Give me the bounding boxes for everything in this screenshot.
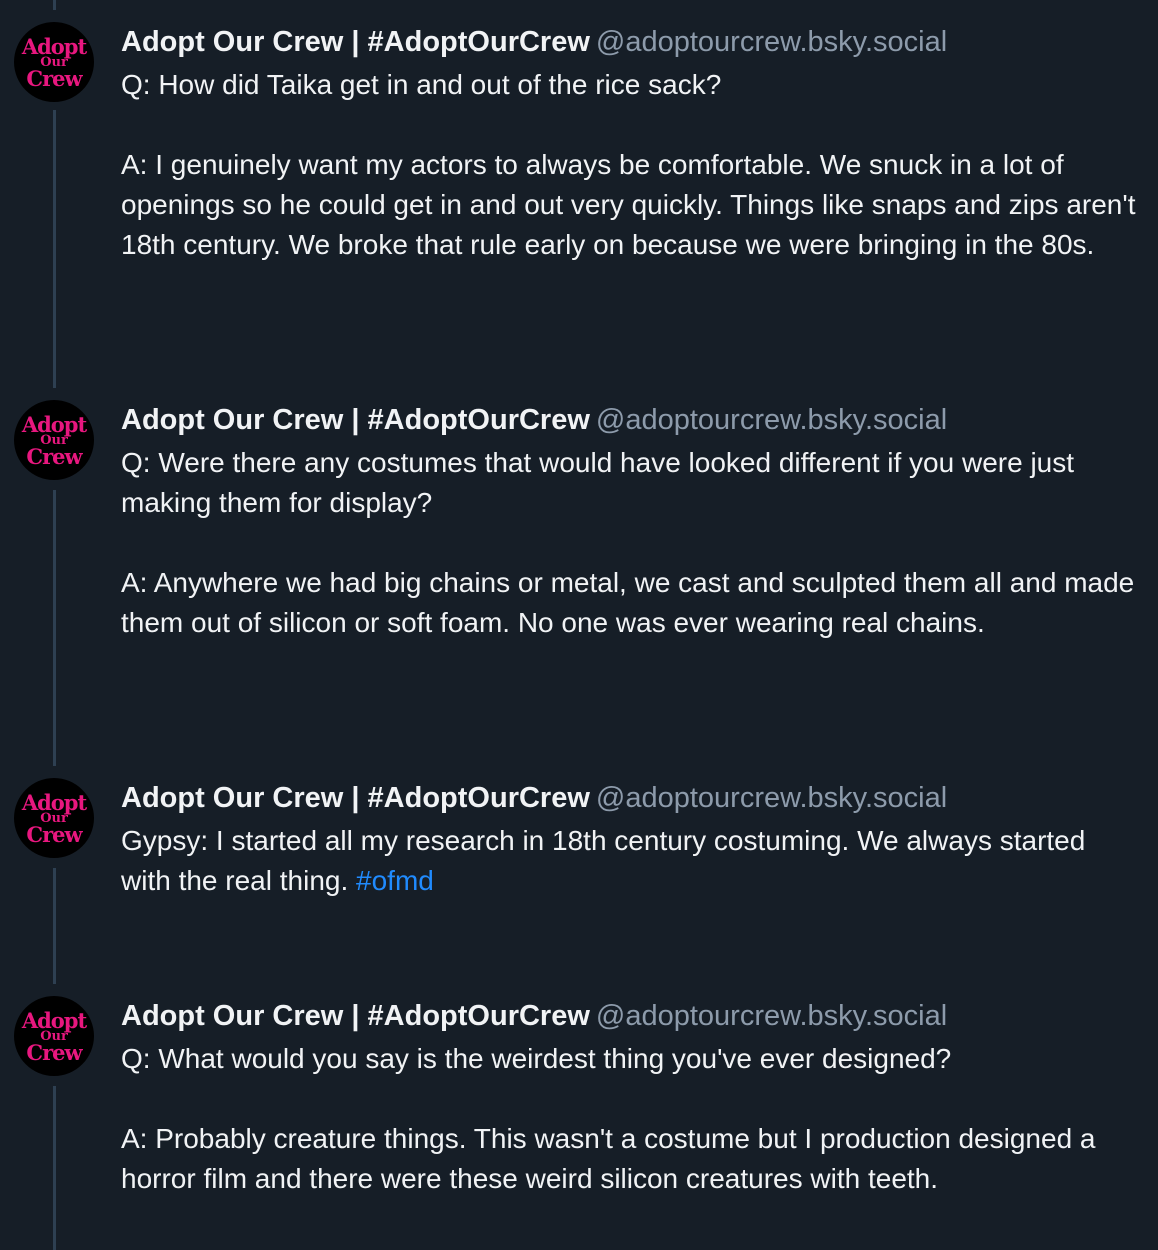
post-paragraph: A: Probably creature things. This wasn't… [121,1123,1096,1194]
post-text: Q: Were there any costumes that would ha… [121,443,1141,643]
post-paragraph: Q: How did Taika get in and out of the r… [121,69,722,100]
avatar-text: Adopt [21,1007,87,1033]
avatar[interactable]: Adopt Our Crew [14,400,94,480]
author-display-name[interactable]: Adopt Our Crew | #AdoptOurCrew [121,404,590,436]
post-text: Q: How did Taika get in and out of the r… [121,65,1141,265]
post-paragraph: A: Anywhere we had big chains or metal, … [121,567,1135,638]
thread-line [53,0,56,10]
post-content: Adopt Our Crew | #AdoptOurCrew @adoptourc… [121,21,1141,265]
avatar-text: Adopt [21,411,87,437]
post-paragraph: Q: What would you say is the weirdest th… [121,1043,952,1074]
post-content: Adopt Our Crew | #AdoptOurCrew @adoptourc… [121,399,1141,643]
thread-line [53,1086,56,1250]
author-handle[interactable]: @adoptourcrew.bsky.social [596,404,947,436]
author-handle[interactable]: @adoptourcrew.bsky.social [596,26,947,58]
avatar-text: Crew [26,443,82,469]
post-header: Adopt Our Crew | #AdoptOurCrew @adoptourc… [121,399,1141,441]
avatar[interactable]: Adopt Our Crew [14,996,94,1076]
avatar[interactable]: Adopt Our Crew [14,22,94,102]
avatar-text: Adopt [21,33,87,59]
avatar-text: Crew [26,1039,82,1065]
author-display-name[interactable]: Adopt Our Crew | #AdoptOurCrew [121,782,590,814]
avatar-text: Crew [26,65,82,91]
post-header: Adopt Our Crew | #AdoptOurCrew @adoptourc… [121,777,1141,819]
post-text: Gypsy: I started all my research in 18th… [121,821,1141,901]
avatar-text: Adopt [21,789,87,815]
post-paragraph: Q: Were there any costumes that would ha… [121,447,1075,518]
author-display-name[interactable]: Adopt Our Crew | #AdoptOurCrew [121,26,590,58]
post-header: Adopt Our Crew | #AdoptOurCrew @adoptourc… [121,21,1141,63]
author-handle[interactable]: @adoptourcrew.bsky.social [596,1000,947,1032]
thread-line [53,490,56,766]
avatar-text: Crew [26,821,82,847]
avatar[interactable]: Adopt Our Crew [14,778,94,858]
post-paragraph: A: I genuinely want my actors to always … [121,149,1136,260]
post-content: Adopt Our Crew | #AdoptOurCrew @adoptourc… [121,995,1141,1199]
thread-line [53,868,56,984]
post-content: Adopt Our Crew | #AdoptOurCrew @adoptourc… [121,777,1141,901]
post-text: Q: What would you say is the weirdest th… [121,1039,1141,1199]
author-handle[interactable]: @adoptourcrew.bsky.social [596,782,947,814]
author-display-name[interactable]: Adopt Our Crew | #AdoptOurCrew [121,1000,590,1032]
hashtag-link[interactable]: #ofmd [356,865,434,896]
post-header: Adopt Our Crew | #AdoptOurCrew @adoptourc… [121,995,1141,1037]
post-paragraph: Gypsy: I started all my research in 18th… [121,821,1141,901]
post-paragraph-text: Gypsy: I started all my research in 18th… [121,825,1086,896]
thread-line [53,110,56,388]
